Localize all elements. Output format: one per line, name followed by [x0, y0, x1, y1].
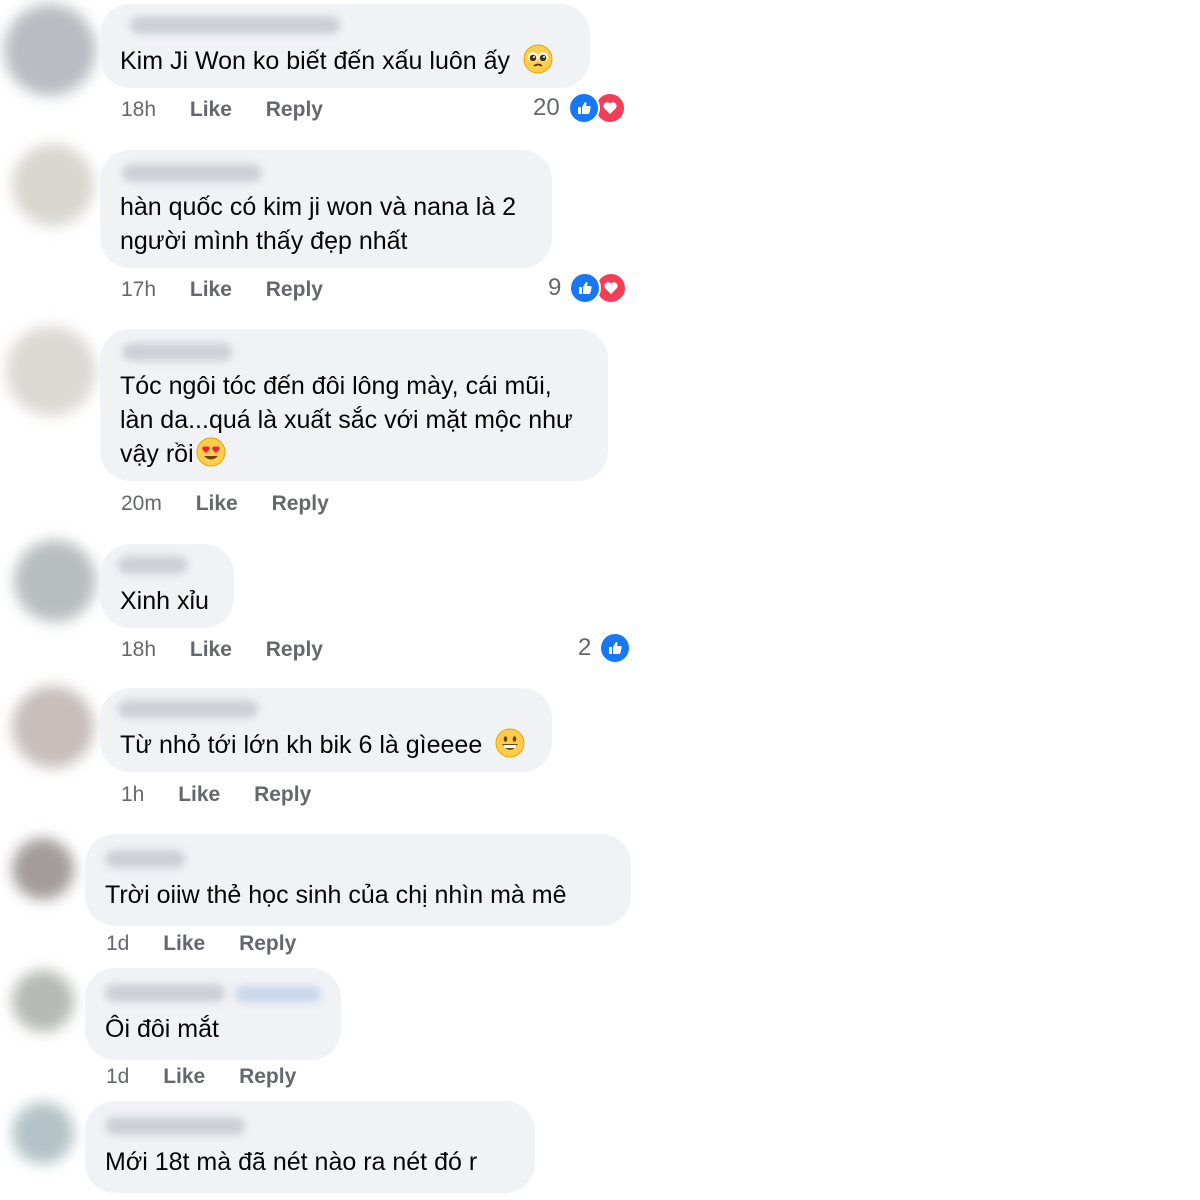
grinning-face-emoji: [495, 728, 525, 758]
like-button[interactable]: Like: [190, 638, 232, 662]
comment-actions: 1d Like Reply: [106, 932, 296, 956]
reply-button[interactable]: Reply: [266, 638, 323, 662]
author-badge-blurred: [235, 986, 321, 1002]
heart-eyes-emoji: [196, 437, 226, 467]
reply-button[interactable]: Reply: [254, 783, 311, 807]
like-button[interactable]: Like: [163, 1065, 205, 1089]
comment-text-line: Xinh xỉu: [120, 587, 209, 615]
avatar[interactable]: [4, 4, 96, 96]
author-name-blurred[interactable]: [118, 700, 258, 718]
author-name-blurred[interactable]: [105, 984, 225, 1002]
comment-bubble: Tóc ngôi tóc đến đôi lông mày, cái mũi, …: [100, 329, 608, 481]
comment-text-line: Tóc ngôi tóc đến đôi lông mày, cái mũi,: [120, 372, 552, 400]
reply-button[interactable]: Reply: [239, 932, 296, 956]
comment-actions: 1d Like Reply: [106, 1065, 296, 1089]
comment-text-line: Ôi đôi mắt: [105, 1015, 219, 1043]
timestamp[interactable]: 20m: [121, 492, 162, 516]
reaction-count: 2: [578, 634, 592, 661]
like-button[interactable]: Like: [190, 278, 232, 302]
reaction-count: 9: [548, 274, 562, 301]
comment-bubble: Kim Ji Won ko biết đến xấu luôn ấy: [100, 4, 590, 88]
avatar[interactable]: [6, 326, 96, 416]
author-name-blurred[interactable]: [130, 16, 340, 34]
reaction-count: 20: [533, 94, 560, 121]
comment-bubble: Mới 18t mà đã nét nào ra nét đó r: [85, 1101, 535, 1193]
comment-bubble: Từ nhỏ tới lớn kh bik 6 là gìeeee: [100, 688, 552, 772]
like-reaction-icon: [599, 632, 632, 664]
like-reaction-icon: [569, 272, 602, 304]
comment-actions: 1h Like Reply: [121, 783, 311, 807]
comment-actions: 18h Like Reply: [121, 98, 323, 122]
avatar[interactable]: [12, 1102, 74, 1164]
timestamp[interactable]: 1d: [106, 1065, 129, 1089]
reaction-summary[interactable]: 2: [578, 632, 632, 664]
timestamp[interactable]: 18h: [121, 98, 156, 122]
reaction-summary[interactable]: 20: [533, 92, 626, 124]
comment-text: Từ nhỏ tới lớn kh bik 6 là gìeeee: [120, 728, 525, 762]
comment-text-line: làn da...quá là xuất sắc với mặt mộc như: [120, 406, 573, 434]
timestamp[interactable]: 1h: [121, 783, 144, 807]
comment-actions: 18h Like Reply: [121, 638, 323, 662]
reply-button[interactable]: Reply: [239, 1065, 296, 1089]
comment-text-line: Trời oiiw thẻ học sinh của chị nhìn mà m…: [105, 881, 567, 909]
avatar[interactable]: [12, 970, 74, 1032]
avatar[interactable]: [12, 686, 94, 768]
like-button[interactable]: Like: [163, 932, 205, 956]
author-name-blurred[interactable]: [105, 850, 185, 868]
comment-text: vậy rồi: [120, 437, 226, 471]
timestamp[interactable]: 18h: [121, 638, 156, 662]
author-name-blurred[interactable]: [122, 343, 232, 361]
avatar[interactable]: [12, 838, 74, 900]
reply-button[interactable]: Reply: [266, 98, 323, 122]
comment-bubble: Trời oiiw thẻ học sinh của chị nhìn mà m…: [85, 834, 631, 926]
reply-button[interactable]: Reply: [272, 492, 329, 516]
comment-text-line: Mới 18t mà đã nét nào ra nét đó r: [105, 1148, 478, 1176]
comment-actions: 17h Like Reply: [121, 278, 323, 302]
reply-button[interactable]: Reply: [266, 278, 323, 302]
avatar[interactable]: [12, 144, 94, 226]
avatar[interactable]: [14, 540, 96, 622]
comment-text-line: hàn quốc có kim ji won và nana là 2: [120, 193, 517, 221]
author-name-blurred[interactable]: [105, 1117, 245, 1135]
comment-text: Kim Ji Won ko biết đến xấu luôn ấy: [120, 44, 553, 78]
comment-bubble: Ôi đôi mắt: [85, 968, 341, 1060]
reaction-summary[interactable]: 9: [548, 272, 628, 304]
pleading-face-emoji: [523, 44, 553, 74]
like-button[interactable]: Like: [196, 492, 238, 516]
timestamp[interactable]: 1d: [106, 932, 129, 956]
comment-text-line: người mình thấy đẹp nhất: [120, 227, 408, 255]
comment-bubble: Xinh xỉu: [100, 544, 234, 628]
comment-bubble: hàn quốc có kim ji won và nana là 2 ngườ…: [100, 150, 552, 268]
timestamp[interactable]: 17h: [121, 278, 156, 302]
author-name-blurred[interactable]: [118, 556, 188, 574]
like-reaction-icon: [567, 92, 600, 124]
like-button[interactable]: Like: [178, 783, 220, 807]
comment-actions: 20m Like Reply: [121, 492, 329, 516]
like-button[interactable]: Like: [190, 98, 232, 122]
author-name-blurred[interactable]: [122, 164, 262, 182]
